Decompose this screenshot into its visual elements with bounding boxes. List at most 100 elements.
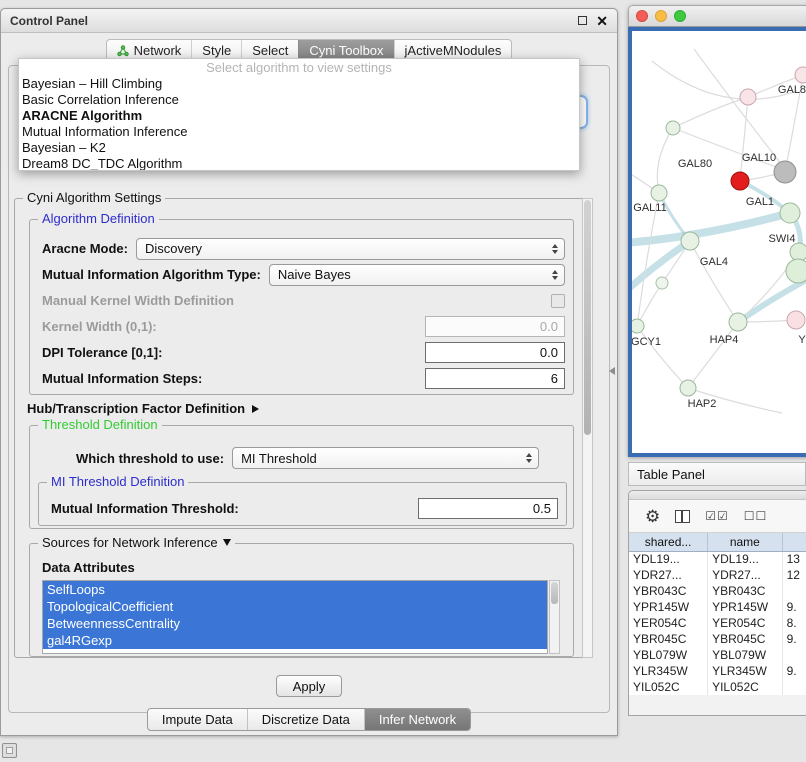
tab-label: Style [202, 43, 231, 58]
network-node[interactable] [740, 89, 756, 105]
kernel-width-row: Kernel Width (0,1): 0.0 [42, 314, 565, 339]
column-header[interactable]: shared... [629, 533, 708, 551]
control-panel-titlebar[interactable]: Control Panel ✕ [1, 9, 617, 33]
dropdown-placeholder: Select algorithm to view settings [19, 59, 579, 76]
table-cell: YER054C [629, 615, 708, 631]
node-label: GAL10 [742, 152, 776, 164]
select-all-icon[interactable]: ☑☑ [705, 509, 729, 523]
table-cell: YBR045C [708, 631, 783, 647]
network-node[interactable] [729, 313, 747, 331]
attribute-item[interactable]: TopologicalCoefficient [43, 598, 547, 615]
mi-threshold-field[interactable]: 0.5 [418, 498, 558, 519]
table-row[interactable]: YIL052CYIL052C [629, 679, 806, 695]
table-row[interactable]: YLR345WYLR345W9. [629, 663, 806, 679]
gear-icon[interactable]: ⚙ [645, 508, 660, 525]
algorithm-option[interactable]: ARACNE Algorithm [19, 108, 579, 124]
algorithm-option[interactable]: Bayesian – Hill Climbing [19, 76, 579, 92]
table-cell: YIL052C [708, 679, 783, 695]
table-row[interactable]: YDR27...YDR27...12 [629, 567, 806, 583]
network-node[interactable] [790, 243, 806, 261]
network-node[interactable] [774, 161, 796, 183]
algorithm-dropdown: Select algorithm to view settings Bayesi… [18, 58, 580, 171]
bottom-tab-discretize-data[interactable]: Discretize Data [247, 709, 364, 730]
which-threshold-row: Which threshold to use: MI Threshold [76, 446, 539, 470]
dpi-tolerance-row: DPI Tolerance [0,1]: 0.0 [42, 340, 565, 365]
aracne-mode-select[interactable]: Discovery [136, 238, 565, 260]
sources-toggle[interactable]: Sources for Network Inference [38, 535, 235, 550]
attribute-item[interactable]: gal4RGexp [43, 632, 547, 649]
network-edge [694, 49, 782, 165]
sources-group: Sources for Network Inference Data Attri… [29, 543, 574, 657]
network-node[interactable] [680, 380, 696, 396]
which-threshold-select[interactable]: MI Threshold [232, 447, 539, 469]
bottom-tab-impute-data[interactable]: Impute Data [148, 709, 247, 730]
table-panel-header[interactable]: Table Panel [628, 462, 806, 486]
network-node[interactable] [795, 67, 806, 83]
table-toolbar: ⚙ ☑☑ ☐☐ [629, 500, 806, 533]
network-edge [632, 213, 790, 243]
table-row[interactable]: YBR043CYBR043C [629, 583, 806, 599]
bottom-tab-infer-network[interactable]: Infer Network [364, 709, 470, 730]
attributes-scrollbar[interactable] [549, 580, 560, 654]
tab-label: Cyni Toolbox [309, 43, 383, 58]
data-attributes-list: SelfLoopsTopologicalCoefficientBetweenne… [42, 580, 548, 654]
docked-panel-icon[interactable] [2, 743, 17, 758]
stepper-icon [546, 270, 564, 280]
restore-icon[interactable] [578, 16, 587, 25]
splitter-collapse-arrow[interactable] [609, 367, 615, 375]
algorithm-option[interactable]: Mutual Information Inference [19, 124, 579, 140]
table-cell: YBR043C [629, 583, 708, 599]
network-window-titlebar[interactable] [628, 5, 806, 27]
dpi-tolerance-field[interactable]: 0.0 [425, 342, 565, 363]
mi-steps-field[interactable]: 6 [425, 368, 565, 389]
network-node[interactable] [681, 232, 699, 250]
zoom-traffic-light[interactable] [674, 10, 686, 22]
network-node[interactable] [656, 277, 668, 289]
scrollbar-thumb[interactable] [551, 582, 558, 604]
table-row[interactable]: YDL19...YDL19...13 [629, 551, 806, 567]
table-cell: YLR345W [708, 663, 783, 679]
algorithm-option[interactable]: Bayesian – K2 [19, 140, 579, 156]
manual-kernel-checkbox[interactable] [551, 294, 565, 308]
table-cell [782, 679, 806, 695]
network-node[interactable] [780, 203, 800, 223]
network-edge [688, 322, 738, 388]
network-canvas[interactable]: GAL80GAL10GAL11GAL1SWI4GAL4GCY1HAP4YHAP2… [628, 27, 806, 457]
settings-scrollbar[interactable] [582, 198, 593, 658]
mi-algorithm-type-select[interactable]: Naive Bayes [269, 264, 565, 286]
kernel-width-field[interactable]: 0.0 [425, 316, 565, 337]
table-row[interactable]: YER054CYER054C8. [629, 615, 806, 631]
scrollbar-thumb[interactable] [584, 200, 591, 435]
table-row[interactable]: YBL079WYBL079W [629, 647, 806, 663]
hub-definition-toggle[interactable]: Hub/Transcription Factor Definition [27, 401, 259, 416]
table-row[interactable]: YPR145WYPR145W9. [629, 599, 806, 615]
network-node[interactable] [632, 319, 644, 333]
network-node[interactable] [731, 172, 749, 190]
algorithm-option[interactable]: Basic Correlation Inference [19, 92, 579, 108]
close-traffic-light[interactable] [636, 10, 648, 22]
network-node[interactable] [666, 121, 680, 135]
table-row[interactable]: YBR045CYBR045C9. [629, 631, 806, 647]
table-window-titlebar[interactable] [629, 491, 806, 500]
table-cell: YIL052C [629, 679, 708, 695]
minimize-traffic-light[interactable] [655, 10, 667, 22]
attribute-item[interactable]: BetweennessCentrality [43, 615, 547, 632]
column-header[interactable] [782, 533, 806, 551]
deselect-all-icon[interactable]: ☐☐ [744, 509, 768, 523]
network-edge [652, 61, 797, 99]
network-node[interactable] [786, 259, 806, 283]
control-panel-window: Control Panel ✕ NetworkStyleSelectCyni T… [0, 8, 618, 736]
columns-icon[interactable] [675, 510, 690, 523]
network-node[interactable] [651, 185, 667, 201]
node-label: GAL4 [700, 256, 728, 268]
table-cell: YLR345W [629, 663, 708, 679]
network-node[interactable] [787, 311, 805, 329]
aracne-mode-label: Aracne Mode: [42, 241, 128, 256]
table-cell: 9. [782, 631, 806, 647]
close-icon[interactable]: ✕ [596, 14, 608, 28]
attribute-item[interactable]: SelfLoops [43, 581, 547, 598]
column-header[interactable]: name [708, 533, 783, 551]
algorithm-option[interactable]: Dream8 DC_TDC Algorithm [19, 156, 579, 171]
manual-kernel-row: Manual Kernel Width Definition [42, 288, 565, 313]
apply-button[interactable]: Apply [276, 675, 342, 697]
